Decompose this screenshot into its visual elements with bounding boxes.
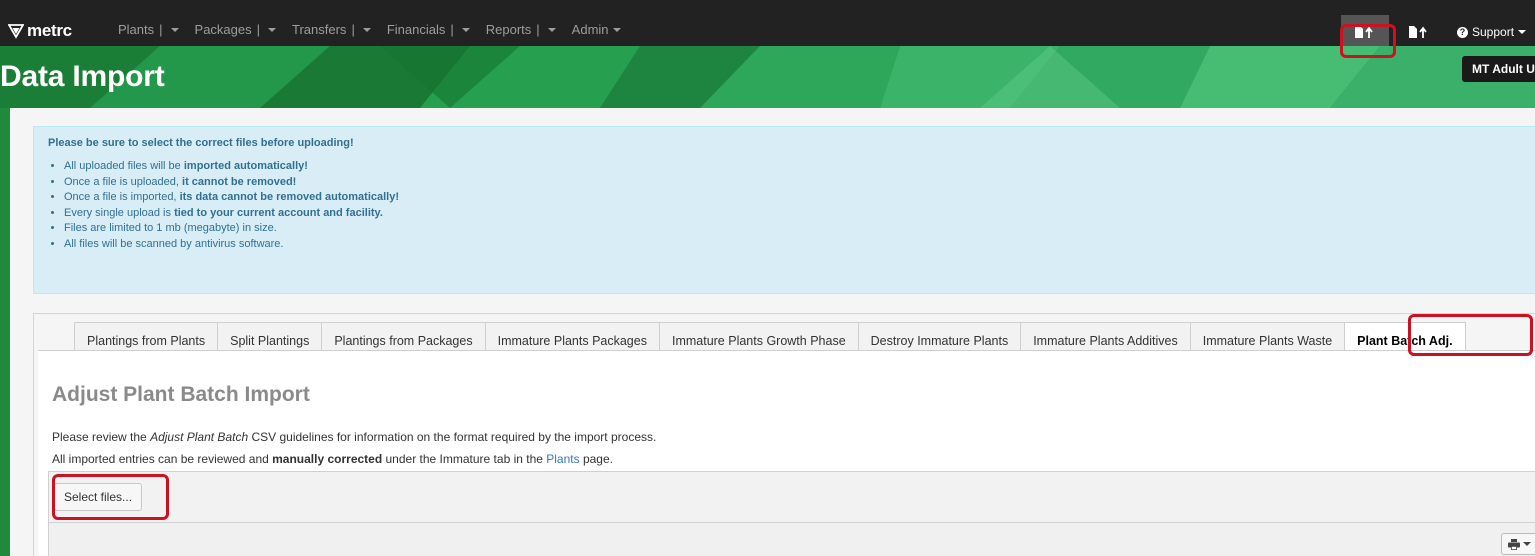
data-import-button-2[interactable] (1395, 15, 1443, 49)
alert-item: Once a file is imported, its data cannot… (64, 190, 1530, 206)
caret-down-icon (1518, 30, 1527, 34)
review-text-part: All imported entries can be reviewed and (52, 452, 273, 466)
alert-item-text: All files will be scanned by antivirus s… (64, 237, 284, 250)
nav-separator: | (536, 22, 540, 37)
alert-item-bold: imported automatically! (183, 160, 308, 172)
nav-admin[interactable]: Admin (572, 22, 621, 37)
alert-list: All uploaded files will be imported auto… (48, 159, 1530, 253)
alert-item-text: Every single upload is (64, 206, 175, 219)
main-menu: Plants | Packages | Transfers | Financia… (118, 22, 637, 37)
nav-transfers[interactable]: Transfers | (292, 22, 371, 37)
alert-item-bold: tied to your current account and facilit… (174, 206, 383, 219)
caret-down-icon (268, 27, 277, 32)
brand-name: metrc (27, 21, 72, 40)
polygon-background (0, 46, 1535, 108)
print-button[interactable] (1501, 533, 1535, 555)
import-panel: Plantings from Plants Split Plantings Pl… (33, 313, 1535, 556)
print-icon (1507, 538, 1520, 550)
review-text: All imported entries can be reviewed and… (52, 452, 613, 466)
account-badge[interactable]: MT Adult U (1462, 56, 1535, 82)
nav-separator: | (351, 22, 355, 37)
caret-down-icon (461, 27, 470, 32)
review-text-part: page. (579, 452, 613, 466)
alert-item-text: Once a file is imported, (64, 191, 180, 204)
grid-toolbar (48, 523, 1535, 556)
alert-item-bold: its data cannot be removed automatically… (179, 191, 400, 204)
guidelines-text-part: Please review the (52, 430, 151, 444)
caret-down-icon (612, 27, 621, 32)
nav-financials[interactable]: Financials | (387, 22, 470, 37)
guidelines-text-part: CSV guidelines for information on the fo… (248, 430, 657, 444)
nav-separator: | (256, 22, 261, 37)
alert-item: All files will be scanned by antivirus s… (64, 237, 1530, 253)
alert-item: Every single upload is tied to your curr… (64, 206, 1530, 222)
review-text-bold: manually corrected (272, 452, 383, 466)
page-header-banner: Data Import MT Adult U (0, 46, 1535, 108)
select-files-button[interactable]: Select files... (54, 483, 143, 511)
alert-item: All uploaded files will be imported auto… (64, 159, 1530, 175)
section-title: Adjust Plant Batch Import (52, 383, 310, 406)
caret-down-icon (170, 27, 179, 32)
alert-item-text: Once a file is uploaded, (64, 175, 183, 188)
upload-area (48, 471, 1535, 523)
nav-right-group: ? Support (1341, 15, 1535, 49)
alert-item-text: Files are limited to 1 mb (megabyte) in … (64, 222, 277, 235)
nav-financials-label: Financials (386, 22, 446, 37)
info-alert: Please be sure to select the correct fil… (33, 126, 1535, 294)
alert-item-text: All uploaded files will be (64, 160, 184, 172)
tab-content: Adjust Plant Batch Import Please review … (38, 350, 1535, 556)
nav-packages[interactable]: Packages | (194, 22, 277, 37)
caret-down-icon (547, 27, 556, 32)
nav-transfers-label: Transfers (292, 22, 347, 37)
caret-down-icon (1522, 542, 1531, 546)
guidelines-text: Please review the Adjust Plant Batch CSV… (52, 430, 656, 444)
nav-separator: | (450, 22, 454, 37)
main-content: Please be sure to select the correct fil… (0, 108, 1535, 556)
caret-down-icon (362, 27, 371, 32)
support-label: Support (1472, 25, 1515, 39)
nav-packages-label: Packages (194, 22, 252, 37)
nav-admin-label: Admin (571, 22, 609, 37)
plants-page-link[interactable]: Plants (546, 452, 579, 466)
nav-reports[interactable]: Reports | (486, 22, 556, 37)
review-text-part: under the Immature tab in the (382, 452, 547, 466)
file-upload-icon (1355, 26, 1373, 38)
nav-plants[interactable]: Plants | (118, 22, 179, 37)
data-import-button[interactable] (1341, 15, 1389, 49)
metrc-shield-icon (8, 24, 24, 39)
nav-separator: | (159, 22, 163, 37)
alert-item-bold: it cannot be removed! (182, 175, 297, 188)
question-circle-icon: ? (1457, 26, 1468, 38)
alert-lead: Please be sure to select the correct fil… (48, 137, 354, 149)
alert-item: Once a file is uploaded, it cannot be re… (64, 175, 1530, 191)
alert-item: Files are limited to 1 mb (megabyte) in … (64, 221, 1530, 237)
page-title: Data Import (0, 60, 165, 93)
support-menu[interactable]: ? Support (1457, 25, 1535, 39)
nav-reports-label: Reports (485, 22, 532, 37)
nav-plants-label: Plants (118, 22, 155, 37)
guidelines-text-italic: Adjust Plant Batch (150, 430, 249, 444)
file-upload-icon (1409, 26, 1427, 38)
metrc-logo[interactable]: metrc (8, 20, 72, 42)
